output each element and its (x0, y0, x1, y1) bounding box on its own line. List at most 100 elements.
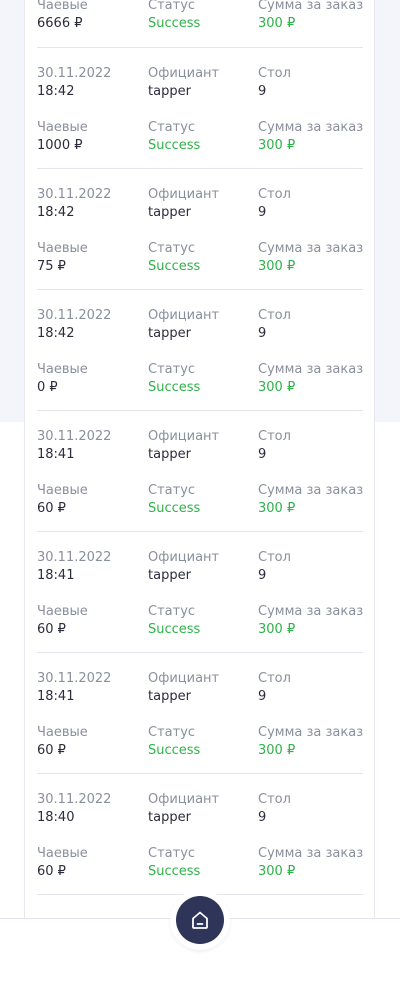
divider (37, 773, 363, 774)
date-value: 30.11.2022 (37, 792, 112, 807)
status-label: Статус (148, 483, 196, 498)
time-value: 18:41 (37, 689, 75, 704)
waiter-label: Официант (148, 308, 220, 323)
table-value: 9 (258, 447, 267, 462)
waiter-value: tapper (148, 447, 191, 462)
waiter-label: Официант (148, 671, 220, 686)
status-label: Статус (148, 120, 196, 135)
status-label: Статус (148, 725, 196, 740)
status-label: Статус (148, 846, 196, 861)
order-total-label: Сумма за заказ (258, 604, 364, 619)
order-total-label: Сумма за заказ (258, 483, 364, 498)
order-total-value: 300 ₽ (258, 259, 296, 274)
order-total-value: 300 ₽ (258, 864, 296, 879)
waiter-label: Официант (148, 792, 220, 807)
tips-value: 60 ₽ (37, 864, 66, 879)
transaction-item: 30.11.2022 18:42 Официант tapper Стол 9 Чаевые… (37, 308, 363, 402)
transaction-item: 30.11.2022 18:41 Официант tapper Стол 9 Чаевые… (37, 550, 363, 644)
divider (37, 168, 363, 169)
status-label: Статус (148, 0, 196, 13)
divider (37, 47, 363, 48)
transaction-item: 30.11.2022 18:40 Официант tapper Стол 9 Чаевые… (37, 792, 363, 886)
order-total-label: Сумма за заказ (258, 120, 364, 135)
waiter-value: tapper (148, 568, 191, 583)
time-value: 18:40 (37, 810, 75, 825)
status-value: Success (148, 743, 201, 758)
time-value: 18:41 (37, 447, 75, 462)
tips-value: 60 ₽ (37, 743, 66, 758)
table-label: Стол (258, 429, 291, 444)
tips-label: Чаевые (37, 120, 88, 135)
transaction-item: 30.11.2022 18:42 Официант tapper Стол 9 Чаевые… (37, 66, 363, 160)
date-value: 30.11.2022 (37, 66, 112, 81)
table-label: Стол (258, 792, 291, 807)
transaction-item: 30.11.2022 18:41 Официант tapper Стол 9 Чаевые… (37, 671, 363, 765)
tips-value: 1000 ₽ (37, 138, 83, 153)
waiter-value: tapper (148, 689, 191, 704)
date-value: 30.11.2022 (37, 187, 112, 202)
home-button-inner[interactable] (176, 896, 224, 944)
order-total-label: Сумма за заказ (258, 725, 364, 740)
table-label: Стол (258, 308, 291, 323)
time-value: 18:42 (37, 326, 75, 341)
tips-label: Чаевые (37, 362, 88, 377)
tips-label: Чаевые (37, 846, 88, 861)
divider (37, 531, 363, 532)
transaction-item: 30.11.2022 18:41 Официант tapper Стол 9 Чаевые… (37, 429, 363, 523)
waiter-value: tapper (148, 326, 191, 341)
order-total-value: 300 ₽ (258, 743, 296, 758)
status-value: Success (148, 16, 201, 31)
divider (37, 289, 363, 290)
date-value: 30.11.2022 (37, 671, 112, 686)
tips-value: 60 ₽ (37, 501, 66, 516)
time-value: 18:42 (37, 84, 75, 99)
status-value: Success (148, 501, 201, 516)
tips-value: 0 ₽ (37, 380, 58, 395)
table-value: 9 (258, 568, 267, 583)
table-value: 9 (258, 84, 267, 99)
divider (37, 410, 363, 411)
order-total-value: 300 ₽ (258, 16, 296, 31)
table-label: Стол (258, 671, 291, 686)
table-value: 9 (258, 205, 267, 220)
home-button[interactable] (172, 892, 228, 948)
order-total-label: Сумма за заказ (258, 0, 364, 13)
waiter-label: Официант (148, 66, 220, 81)
date-value: 30.11.2022 (37, 308, 112, 323)
order-total-label: Сумма за заказ (258, 362, 364, 377)
status-label: Статус (148, 604, 196, 619)
table-value: 9 (258, 326, 267, 341)
order-total-value: 300 ₽ (258, 380, 296, 395)
tips-label: Чаевые (37, 725, 88, 740)
waiter-value: tapper (148, 205, 191, 220)
table-value: 9 (258, 810, 267, 825)
order-total-label: Сумма за заказ (258, 846, 364, 861)
tips-label: Чаевые (37, 241, 88, 256)
status-value: Success (148, 259, 201, 274)
status-value: Success (148, 864, 201, 879)
table-label: Стол (258, 187, 291, 202)
waiter-value: tapper (148, 810, 191, 825)
order-total-value: 300 ₽ (258, 501, 296, 516)
status-value: Success (148, 622, 201, 637)
tips-value: 75 ₽ (37, 259, 66, 274)
time-value: 18:41 (37, 568, 75, 583)
waiter-label: Официант (148, 429, 220, 444)
tips-value: 60 ₽ (37, 622, 66, 637)
time-value: 18:42 (37, 205, 75, 220)
status-label: Статус (148, 362, 196, 377)
status-value: Success (148, 138, 201, 153)
status-value: Success (148, 380, 201, 395)
order-total-value: 300 ₽ (258, 138, 296, 153)
transaction-partial: Чаевые 6666 ₽ Статус Success Сумма за за… (37, 0, 363, 38)
table-label: Стол (258, 66, 291, 81)
tips-label: Чаевые (37, 483, 88, 498)
tips-label: Чаевые (37, 604, 88, 619)
waiter-label: Официант (148, 187, 220, 202)
table-label: Стол (258, 550, 291, 565)
transaction-item: 30.11.2022 18:42 Официант tapper Стол 9 Чаевые… (37, 187, 363, 281)
waiter-value: tapper (148, 84, 191, 99)
table-value: 9 (258, 689, 267, 704)
tips-value: 6666 ₽ (37, 16, 83, 31)
date-value: 30.11.2022 (37, 429, 112, 444)
